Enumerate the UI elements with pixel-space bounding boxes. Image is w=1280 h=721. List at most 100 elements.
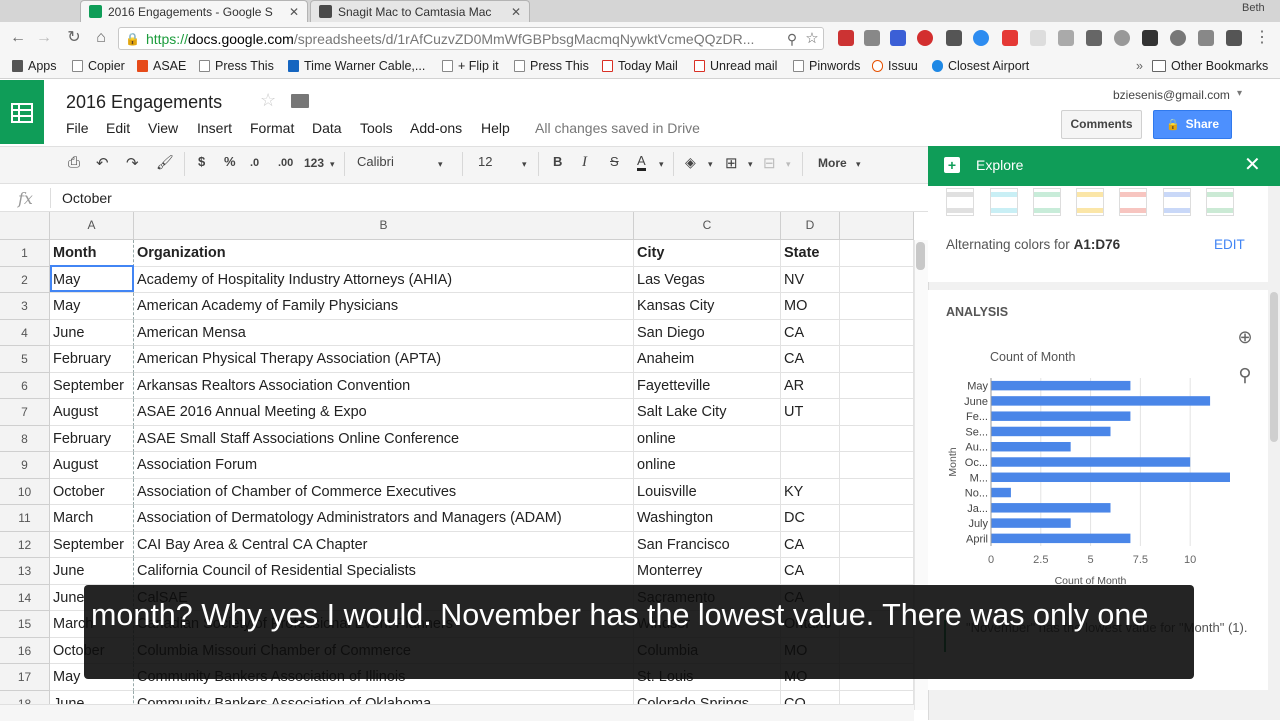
row-header[interactable]: 6 xyxy=(0,372,50,399)
menu-help[interactable]: Help xyxy=(481,120,510,136)
extension-icon[interactable] xyxy=(1142,30,1158,46)
tab-close-icon[interactable]: ✕ xyxy=(287,5,301,19)
grid-cell[interactable]: September xyxy=(50,372,134,399)
document-title[interactable]: 2016 Engagements xyxy=(66,92,222,113)
decrease-decimals-button[interactable]: .0 xyxy=(250,157,259,169)
bookmark-item[interactable]: Time Warner Cable,... xyxy=(288,59,425,73)
bookmark-item[interactable]: Press This xyxy=(199,59,274,73)
color-swatch[interactable] xyxy=(1206,188,1234,216)
grid-cell[interactable]: August xyxy=(50,452,134,479)
grid-cell[interactable]: May xyxy=(50,266,134,293)
menu-icon[interactable]: ⋮ xyxy=(1252,28,1272,48)
comments-button[interactable]: Comments xyxy=(1061,110,1142,139)
tab-snagit[interactable]: Snagit Mac to Camtasia Mac ✕ xyxy=(310,0,530,22)
edit-link[interactable]: EDIT xyxy=(1214,237,1245,252)
bookmark-item[interactable]: Copier xyxy=(72,59,125,73)
grid-cell[interactable]: online xyxy=(634,452,781,479)
percent-format-button[interactable]: % xyxy=(224,154,236,169)
grid-cell[interactable]: September xyxy=(50,531,134,558)
sheets-logo-icon[interactable] xyxy=(0,80,44,144)
menu-edit[interactable]: Edit xyxy=(106,120,130,136)
grid-cell[interactable]: Salt Lake City xyxy=(634,399,781,426)
more-formats-button[interactable]: 123 xyxy=(304,156,324,170)
bookmark-item[interactable]: + Flip it xyxy=(442,59,499,73)
extension-icon[interactable] xyxy=(1058,30,1074,46)
column-header[interactable]: D xyxy=(781,212,840,240)
grid-cell-empty[interactable] xyxy=(840,240,914,267)
merge-cells-icon[interactable]: ⊟ xyxy=(763,154,776,172)
grid-cell[interactable]: MO xyxy=(781,293,840,320)
star-icon[interactable]: ☆ xyxy=(260,90,276,111)
folder-icon[interactable] xyxy=(291,94,309,108)
bookmark-item[interactable]: Pinwords xyxy=(793,59,860,73)
bold-button[interactable]: B xyxy=(553,154,562,169)
grid-cell-empty[interactable] xyxy=(840,531,914,558)
share-button[interactable]: 🔒 Share xyxy=(1153,110,1232,139)
grid-cell[interactable]: CA xyxy=(781,558,840,585)
grid-cell[interactable] xyxy=(781,425,840,452)
grid-cell-empty[interactable] xyxy=(840,425,914,452)
grid-cell[interactable]: San Diego xyxy=(634,319,781,346)
color-swatch[interactable] xyxy=(1163,188,1191,216)
row-header[interactable]: 10 xyxy=(0,478,50,505)
zoom-icon[interactable]: ⚲ xyxy=(782,29,802,49)
redo-icon[interactable]: ↷ xyxy=(126,154,139,172)
grid-cell-empty[interactable] xyxy=(840,478,914,505)
text-color-button[interactable]: A xyxy=(637,154,646,171)
tab-sheets[interactable]: 2016 Engagements - Google S ✕ xyxy=(80,0,308,22)
grid-cell-empty[interactable] xyxy=(840,372,914,399)
tab-close-icon[interactable]: ✕ xyxy=(509,5,523,19)
grid-cell[interactable]: Washington xyxy=(634,505,781,532)
row-header[interactable]: 13 xyxy=(0,558,50,585)
grid-cell[interactable]: CA xyxy=(781,346,840,373)
color-swatch[interactable] xyxy=(990,188,1018,216)
bookmarks-overflow[interactable]: » xyxy=(1136,59,1143,73)
grid-cell[interactable]: City xyxy=(634,240,781,267)
column-header[interactable]: A xyxy=(50,212,134,240)
grid-cell[interactable]: online xyxy=(634,425,781,452)
grid-cell[interactable]: CA xyxy=(781,319,840,346)
paint-format-icon[interactable]: 🖌 xyxy=(156,154,174,171)
row-header[interactable]: 12 xyxy=(0,531,50,558)
extension-icon[interactable] xyxy=(973,30,989,46)
grid-cell-empty[interactable] xyxy=(840,505,914,532)
count-of-month-chart[interactable]: Count of Month 0 2.5 5 7.5 10 May June Fe... Se..… xyxy=(940,340,1230,595)
bookmark-item[interactable]: Issuu xyxy=(872,59,918,73)
grid-cell-empty[interactable] xyxy=(840,452,914,479)
extension-icon[interactable] xyxy=(1198,30,1214,46)
row-header[interactable]: 4 xyxy=(0,319,50,346)
menu-addons[interactable]: Add-ons xyxy=(410,120,462,136)
menu-data[interactable]: Data xyxy=(312,120,342,136)
column-header[interactable]: C xyxy=(634,212,781,240)
select-all-corner[interactable] xyxy=(0,212,50,240)
forward-icon[interactable]: → xyxy=(34,28,54,48)
row-header[interactable]: 1 xyxy=(0,240,50,267)
user-email[interactable]: bziesenis@gmail.com xyxy=(1113,88,1230,102)
bookmark-apps[interactable]: Apps xyxy=(12,59,57,73)
bookmark-star-icon[interactable]: ☆ xyxy=(802,29,822,49)
bookmark-item[interactable]: ASAE xyxy=(137,59,186,73)
grid-cell[interactable]: October xyxy=(50,478,134,505)
grid-cell[interactable]: February xyxy=(50,425,134,452)
grid-cell[interactable]: Association Forum xyxy=(134,452,634,479)
other-bookmarks[interactable]: Other Bookmarks xyxy=(1152,59,1268,73)
grid-cell[interactable] xyxy=(781,452,840,479)
grid-cell[interactable]: UT xyxy=(781,399,840,426)
bookmark-item[interactable]: Today Mail xyxy=(602,59,678,73)
menu-tools[interactable]: Tools xyxy=(360,120,393,136)
italic-button[interactable]: I xyxy=(582,154,587,171)
grid-cell[interactable]: June xyxy=(50,558,134,585)
extension-icon[interactable] xyxy=(1226,30,1242,46)
grid-cell[interactable]: American Physical Therapy Association (A… xyxy=(134,346,634,373)
grid-cell[interactable]: Fayetteville xyxy=(634,372,781,399)
reload-icon[interactable]: ↻ xyxy=(64,28,84,48)
extension-icon[interactable] xyxy=(1170,30,1186,46)
bookmark-item[interactable]: Unread mail xyxy=(694,59,777,73)
grid-cell[interactable]: February xyxy=(50,346,134,373)
bookmark-item[interactable]: Press This xyxy=(514,59,589,73)
grid-cell[interactable]: California Council of Residential Specia… xyxy=(134,558,634,585)
row-header[interactable]: 11 xyxy=(0,505,50,532)
grid-cell[interactable]: Organization xyxy=(134,240,634,267)
grid-cell[interactable]: March xyxy=(50,505,134,532)
extension-icon[interactable] xyxy=(890,30,906,46)
